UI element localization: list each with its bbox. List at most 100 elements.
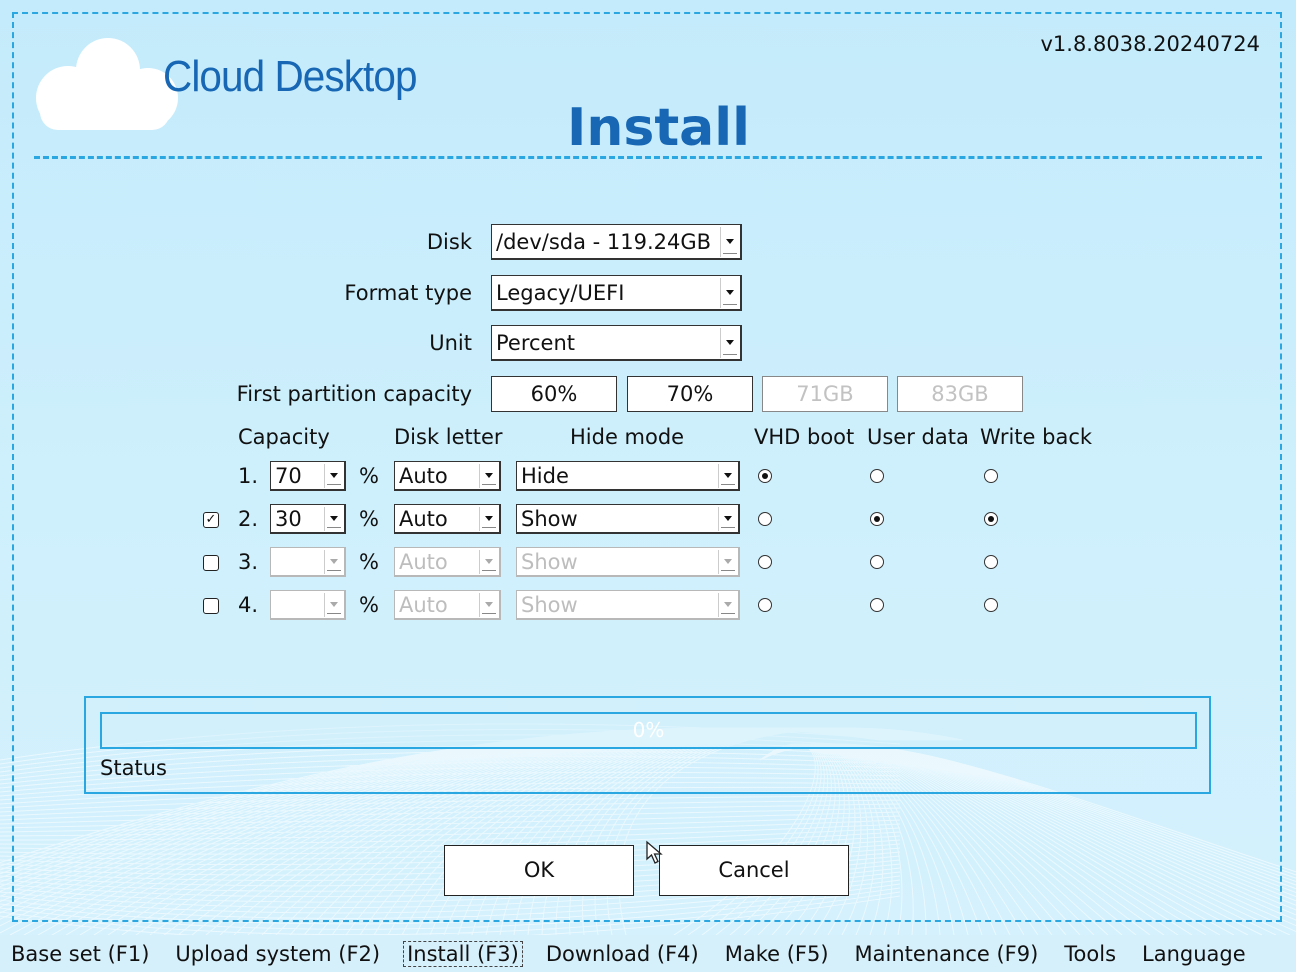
vhd-boot-radio[interactable] bbox=[758, 555, 772, 569]
disk-letter-select[interactable]: Auto bbox=[394, 461, 501, 491]
write-back-radio[interactable] bbox=[984, 512, 998, 526]
disk-letter-select-value: Auto bbox=[399, 507, 448, 531]
hide-mode-select-value: Show bbox=[521, 550, 578, 574]
row-enable-checkbox[interactable]: ✓ bbox=[203, 512, 219, 528]
write-back-radio[interactable] bbox=[984, 469, 998, 483]
menu-item-tools[interactable]: Tools bbox=[1061, 942, 1119, 966]
menu-item-upload-system-f2[interactable]: Upload system (F2) bbox=[172, 942, 383, 966]
vhd-boot-radio[interactable] bbox=[758, 469, 772, 483]
row-index: 4. bbox=[238, 593, 259, 617]
chevron-down-icon bbox=[324, 464, 342, 488]
user-data-radio[interactable] bbox=[870, 512, 884, 526]
percent-sign: % bbox=[359, 507, 379, 531]
menu-item-download-f4[interactable]: Download (F4) bbox=[543, 942, 702, 966]
disk-label: Disk bbox=[426, 230, 472, 254]
disk-select[interactable]: /dev/sda - 119.24GB bbox=[491, 224, 742, 260]
bottom-menu-bar: Base set (F1) Upload system (F2) Install (… bbox=[0, 935, 1296, 972]
hide-mode-select-value: Hide bbox=[521, 464, 569, 488]
disk-letter-select-value: Auto bbox=[399, 593, 448, 617]
chevron-down-icon bbox=[720, 278, 738, 308]
disk-letter-select[interactable]: Auto bbox=[394, 547, 501, 577]
percent-sign: % bbox=[359, 550, 379, 574]
hide-mode-select[interactable]: Hide bbox=[516, 461, 740, 491]
mouse-cursor-icon bbox=[646, 840, 663, 864]
user-data-radio[interactable] bbox=[870, 555, 884, 569]
progress-text: 0% bbox=[632, 718, 665, 742]
menu-item-language[interactable]: Language bbox=[1139, 942, 1249, 966]
capacity-select[interactable]: 30 bbox=[270, 504, 346, 534]
write-back-radio[interactable] bbox=[984, 598, 998, 612]
header-vhd-boot: VHD boot bbox=[754, 425, 855, 449]
percent-sign: % bbox=[359, 464, 379, 488]
percent-sign: % bbox=[359, 593, 379, 617]
user-data-radio[interactable] bbox=[870, 469, 884, 483]
menu-item-maintenance-f9[interactable]: Maintenance (F9) bbox=[852, 942, 1042, 966]
cancel-button[interactable]: Cancel bbox=[659, 845, 849, 896]
hide-mode-select-value: Show bbox=[521, 593, 578, 617]
first-partition-option-60[interactable]: 60% bbox=[491, 376, 617, 412]
disk-letter-select-value: Auto bbox=[399, 464, 448, 488]
vhd-boot-radio[interactable] bbox=[758, 512, 772, 526]
logo-text: Cloud Desktop bbox=[163, 52, 417, 101]
progress-bar: 0% bbox=[100, 712, 1197, 749]
hide-mode-select-value: Show bbox=[521, 507, 578, 531]
capacity-select-value: 70 bbox=[275, 464, 302, 488]
unit-label: Unit bbox=[429, 331, 472, 355]
progress-panel: 0% Status bbox=[84, 696, 1211, 794]
capacity-select[interactable]: 70 bbox=[270, 461, 346, 491]
version-label: v1.8.8038.20240724 bbox=[1040, 32, 1260, 56]
chevron-down-icon bbox=[720, 328, 738, 358]
capacity-select[interactable] bbox=[270, 590, 346, 620]
ok-button[interactable]: OK bbox=[444, 845, 634, 896]
header-capacity: Capacity bbox=[238, 425, 330, 449]
row-enable-checkbox[interactable] bbox=[203, 555, 219, 571]
page-title: Install bbox=[567, 98, 750, 158]
menu-item-make-f5[interactable]: Make (F5) bbox=[722, 942, 832, 966]
header-hide-mode: Hide mode bbox=[570, 425, 685, 449]
chevron-down-icon bbox=[718, 550, 736, 574]
format-type-select-value: Legacy/UEFI bbox=[496, 281, 625, 305]
chevron-down-icon bbox=[718, 464, 736, 488]
header-write-back: Write back bbox=[980, 425, 1093, 449]
chevron-down-icon bbox=[324, 593, 342, 617]
header-user-data: User data bbox=[867, 425, 969, 449]
chevron-down-icon bbox=[718, 507, 736, 531]
row-enable-checkbox[interactable] bbox=[203, 598, 219, 614]
capacity-select-value: 30 bbox=[275, 507, 302, 531]
menu-item-install-f3[interactable]: Install (F3) bbox=[403, 940, 523, 967]
header-divider bbox=[34, 156, 1262, 159]
status-label: Status bbox=[100, 756, 167, 780]
first-partition-option-71gb[interactable]: 71GB bbox=[762, 376, 888, 412]
first-partition-option-70[interactable]: 70% bbox=[627, 376, 753, 412]
chevron-down-icon bbox=[718, 593, 736, 617]
chevron-down-icon bbox=[324, 550, 342, 574]
hide-mode-select[interactable]: Show bbox=[516, 504, 740, 534]
write-back-radio[interactable] bbox=[984, 555, 998, 569]
chevron-down-icon bbox=[324, 507, 342, 531]
chevron-down-icon bbox=[479, 507, 497, 531]
format-type-label: Format type bbox=[344, 281, 472, 305]
capacity-select[interactable] bbox=[270, 547, 346, 577]
disk-letter-select[interactable]: Auto bbox=[394, 590, 501, 620]
vhd-boot-radio[interactable] bbox=[758, 598, 772, 612]
hide-mode-select[interactable]: Show bbox=[516, 590, 740, 620]
disk-letter-select-value: Auto bbox=[399, 550, 448, 574]
menu-item-base-set-f1[interactable]: Base set (F1) bbox=[8, 942, 152, 966]
first-partition-option-83gb[interactable]: 83GB bbox=[897, 376, 1023, 412]
chevron-down-icon bbox=[720, 227, 738, 257]
row-index: 1. bbox=[238, 464, 259, 488]
chevron-down-icon bbox=[479, 464, 497, 488]
disk-select-value: /dev/sda - 119.24GB bbox=[496, 230, 712, 254]
cloud-logo-icon bbox=[36, 38, 178, 130]
unit-select-value: Percent bbox=[496, 331, 576, 355]
format-type-select[interactable]: Legacy/UEFI bbox=[491, 275, 742, 311]
row-index: 3. bbox=[238, 550, 259, 574]
chevron-down-icon bbox=[479, 550, 497, 574]
row-index: 2. bbox=[238, 507, 259, 531]
chevron-down-icon bbox=[479, 593, 497, 617]
disk-letter-select[interactable]: Auto bbox=[394, 504, 501, 534]
hide-mode-select[interactable]: Show bbox=[516, 547, 740, 577]
header-disk-letter: Disk letter bbox=[394, 425, 503, 449]
unit-select[interactable]: Percent bbox=[491, 325, 742, 361]
user-data-radio[interactable] bbox=[870, 598, 884, 612]
